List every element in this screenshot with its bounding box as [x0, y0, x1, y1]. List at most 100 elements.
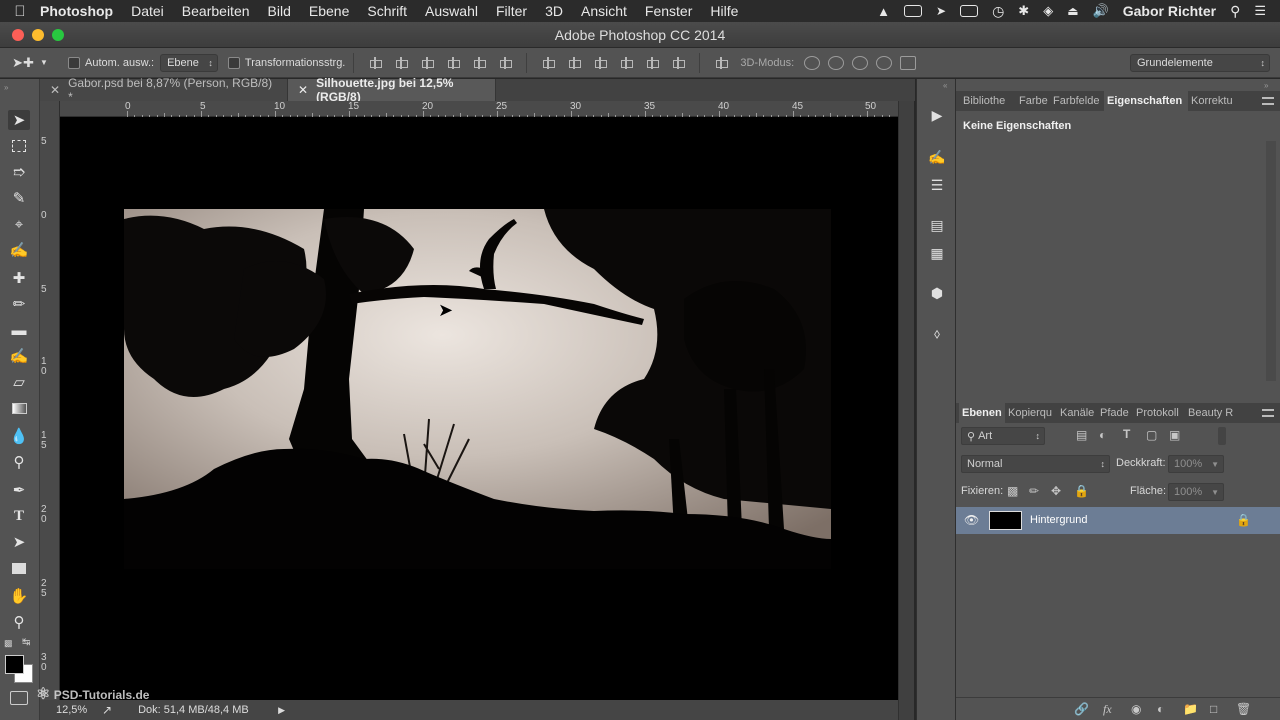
document-canvas[interactable]: ➤ — [60, 117, 898, 700]
3d-roll-icon[interactable] — [828, 55, 845, 70]
tab-gabor-psd[interactable]: ✕ Gabor.psd bei 8,87% (Person, RGB/8) * — [40, 76, 288, 104]
swap-colors-icon[interactable]: ↹ — [22, 637, 30, 648]
notification-center-icon[interactable]: ☰ — [1254, 3, 1266, 19]
gradient-tool-icon[interactable] — [8, 398, 30, 418]
status-menu-arrow-icon[interactable]: ▶ — [278, 705, 285, 716]
fill-field[interactable]: 100% ▼ — [1168, 483, 1224, 501]
tab-layers[interactable]: Ebenen — [959, 403, 1005, 423]
distribute-bottom-icon[interactable] — [594, 56, 608, 69]
blend-mode-dropdown[interactable]: Normal ↕ — [961, 455, 1110, 473]
tab-history[interactable]: Protokoll — [1133, 403, 1185, 423]
move-tool-preset-icon[interactable]: ➤✚ — [12, 55, 34, 71]
vertical-ruler[interactable]: 5 0 5 1 0 1 5 2 0 2 5 3 0 — [40, 101, 60, 700]
marquee-tool-icon[interactable] — [8, 136, 30, 156]
distribute-hcenter-icon[interactable] — [646, 56, 660, 69]
distribute-left-icon[interactable] — [620, 56, 634, 69]
menu-filter[interactable]: Filter — [496, 3, 527, 19]
3d-panel-icon[interactable]: ⬢ — [927, 283, 947, 303]
auto-select-checkbox[interactable] — [68, 56, 80, 69]
tab-paths[interactable]: Pfade — [1097, 403, 1133, 423]
collapse-panels-icon[interactable]: » — [1264, 81, 1268, 90]
spotlight-search-icon[interactable]: ⚲ — [1230, 3, 1240, 20]
zoom-tool-icon[interactable]: ⚲ — [8, 612, 30, 632]
delete-layer-icon[interactable]: 🗑 — [1236, 702, 1251, 716]
rectangle-tool-icon[interactable] — [8, 558, 30, 578]
eyedropper-tool-icon[interactable]: ✍ — [8, 240, 30, 260]
tab-adjustments[interactable]: Korrektu — [1188, 91, 1244, 111]
link-layers-icon[interactable]: 🔗 — [1074, 702, 1089, 716]
filter-pixel-icon[interactable]: ▤ — [1076, 428, 1087, 442]
bluetooth-icon[interactable]: ✱ — [1018, 3, 1029, 19]
tab-clone-source[interactable]: Kopierqu — [1005, 403, 1057, 423]
default-colors-icon[interactable]: ▩ — [4, 638, 13, 649]
menu-ansicht[interactable]: Ansicht — [581, 3, 627, 19]
tab-silhouette-jpg[interactable]: ✕ Silhouette.jpg bei 12,5% (RGB/8) — [288, 76, 496, 104]
align-hcenter-icon[interactable] — [473, 56, 487, 69]
layers-panel-icon[interactable]: ⬨ — [927, 323, 947, 343]
tab-libraries[interactable]: Bibliothe — [960, 91, 1016, 111]
tab-beauty-retouch[interactable]: Beauty R — [1185, 403, 1235, 423]
eject-icon[interactable]: ⏏ — [1067, 4, 1078, 18]
share-icon[interactable]: ↗ — [102, 703, 112, 717]
menu-auswahl[interactable]: Auswahl — [425, 3, 478, 19]
foreground-color-swatch[interactable] — [5, 655, 24, 674]
forward-icon[interactable]: ➤ — [936, 4, 946, 18]
type-tool-icon[interactable]: T — [8, 506, 30, 526]
vertical-scrollbar[interactable] — [898, 101, 914, 720]
3d-orbit-icon[interactable] — [804, 55, 821, 70]
tab-color[interactable]: Farbe — [1016, 91, 1050, 111]
3d-scale-icon[interactable] — [900, 55, 917, 70]
tab-properties[interactable]: Eigenschaften — [1104, 91, 1188, 111]
menu-schrift[interactable]: Schrift — [367, 3, 407, 19]
auto-align-icon[interactable] — [715, 56, 729, 69]
zoom-level[interactable]: 12,5% — [56, 704, 102, 716]
horizontal-ruler[interactable]: 0 5 10 15 20 25 30 35 40 45 50 — [60, 101, 898, 117]
quick-mask-icon[interactable] — [10, 691, 28, 705]
menu-app[interactable]: Photoshop — [40, 3, 113, 19]
new-adjustment-layer-icon[interactable]: ◐ — [1157, 702, 1164, 716]
eraser-tool-icon[interactable]: ▱ — [8, 372, 30, 392]
lock-position-icon[interactable]: ✥ — [1051, 484, 1061, 498]
filter-adjustment-icon[interactable]: ◐ — [1099, 428, 1106, 442]
menu-hilfe[interactable]: Hilfe — [710, 3, 738, 19]
hand-tool-icon[interactable]: ✋ — [8, 586, 30, 606]
filter-toggle-switch[interactable] — [1218, 427, 1226, 445]
brush-presets-icon[interactable]: ✍ — [927, 147, 947, 167]
workspace-dropdown[interactable]: Grundelemente — [1130, 53, 1270, 72]
menu-bearbeiten[interactable]: Bearbeiten — [182, 3, 250, 19]
3d-slide-icon[interactable] — [876, 55, 893, 70]
brush-tool-icon[interactable]: ✏ — [8, 294, 30, 314]
paragraph-panel-icon[interactable]: ▦ — [927, 243, 947, 263]
filter-shape-icon[interactable]: ▢ — [1146, 428, 1157, 442]
dodge-tool-icon[interactable]: ⚲ — [8, 452, 30, 472]
volume-icon[interactable]: 🔊 — [1093, 3, 1109, 19]
quick-selection-tool-icon[interactable]: ✎ — [8, 188, 30, 208]
new-group-icon[interactable]: 📁 — [1183, 702, 1198, 716]
filter-smart-object-icon[interactable]: ▣ — [1169, 428, 1180, 442]
layer-name[interactable]: Hintergrund — [1030, 514, 1087, 526]
opacity-field[interactable]: 100% ▼ — [1168, 455, 1224, 473]
pen-tool-icon[interactable]: ✒ — [8, 480, 30, 500]
collapse-dock-icon[interactable]: « — [943, 81, 947, 90]
crop-tool-icon[interactable]: ⌖ — [8, 214, 30, 234]
tab-swatches[interactable]: Farbfelde — [1050, 91, 1104, 111]
menu-ebene[interactable]: Ebene — [309, 3, 349, 19]
user-name[interactable]: Gabor Richter — [1123, 3, 1216, 19]
actions-play-icon[interactable]: ▶ — [927, 105, 947, 125]
visibility-eye-icon[interactable]: 👁 — [964, 513, 979, 527]
menu-3d[interactable]: 3D — [545, 3, 563, 19]
adjustments-icon[interactable]: ☰ — [927, 175, 947, 195]
lock-all-icon[interactable]: 🔒 — [1074, 484, 1089, 498]
airplay-icon[interactable] — [960, 5, 979, 17]
healing-brush-tool-icon[interactable]: ✚ — [8, 268, 30, 288]
screen-icon[interactable] — [904, 5, 922, 17]
auto-select-dropdown[interactable]: Ebene — [160, 53, 218, 72]
menu-bild[interactable]: Bild — [268, 3, 291, 19]
clone-stamp-tool-icon[interactable]: ▬ — [8, 320, 30, 340]
move-tool-icon[interactable]: ➤ — [8, 110, 30, 130]
layer-style-icon[interactable]: fx — [1103, 702, 1112, 717]
distribute-top-icon[interactable] — [542, 56, 556, 69]
menu-fenster[interactable]: Fenster — [645, 3, 692, 19]
preset-dropdown-icon[interactable]: ▼ — [40, 58, 48, 67]
filter-type-icon[interactable]: T — [1123, 427, 1130, 441]
